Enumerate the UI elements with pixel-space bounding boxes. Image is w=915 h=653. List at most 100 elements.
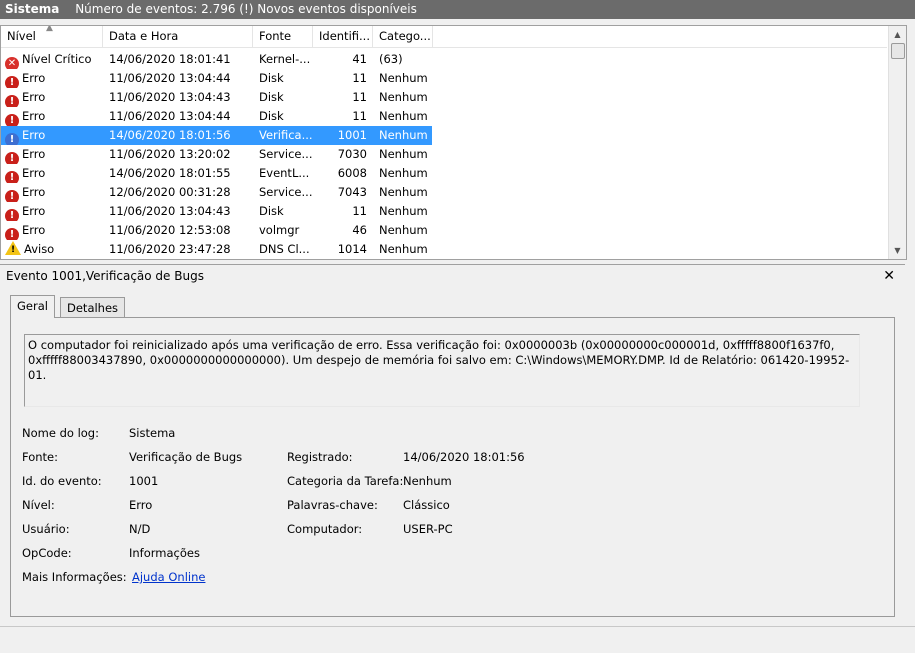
critical-icon: ✕: [5, 57, 19, 69]
source-cell: Disk: [259, 90, 284, 104]
table-row[interactable]: ! Erro 12/06/2020 00:31:28 Service... 7043 Ne…: [1, 183, 432, 202]
event-id-label: Id. do evento:: [22, 474, 102, 488]
log-name-label: Nome do log:: [22, 426, 99, 440]
task-category-label: Categoria da Tarefa:: [287, 474, 404, 488]
column-date-label: Data e Hora: [109, 29, 179, 43]
source-cell: Service...: [259, 185, 313, 199]
source-cell: Disk: [259, 204, 284, 218]
event-id-cell: 11: [352, 71, 367, 85]
level-text: Erro: [22, 185, 46, 199]
event-id-cell: 11: [352, 204, 367, 218]
level-text: Erro: [22, 223, 46, 237]
table-row[interactable]: ! Erro 14/06/2020 18:01:55 EventL... 6008 Nen…: [1, 164, 432, 183]
close-icon[interactable]: ✕: [883, 265, 895, 287]
column-header-bar: ▲ Nível Data e Hora Fonte Identifi... Ca…: [1, 26, 887, 48]
source-cell: Verifica...: [259, 128, 313, 142]
table-row[interactable]: ✕ Nível Crítico 14/06/2020 18:01:41 Kernel-…: [1, 50, 432, 69]
tab-details[interactable]: Detalhes: [60, 297, 126, 318]
source-cell: Disk: [259, 71, 284, 85]
error-icon: !: [5, 76, 19, 88]
event-list[interactable]: ▲ Nível Data e Hora Fonte Identifi... Ca…: [0, 25, 907, 260]
table-row[interactable]: ! Erro 14/06/2020 18:01:56 Verifica... 1001 N…: [1, 126, 432, 145]
source-cell: Service...: [259, 147, 313, 161]
table-row[interactable]: ! Erro 11/06/2020 13:04:44 Disk 11 Nenhum: [1, 69, 432, 88]
date-cell: 11/06/2020 13:04:44: [109, 109, 231, 123]
column-category[interactable]: Catego...: [373, 26, 433, 47]
level-value: Erro: [129, 498, 153, 512]
event-id-cell: 41: [352, 52, 367, 66]
column-date[interactable]: Data e Hora: [103, 26, 253, 47]
event-count: Número de eventos: 2.796 (!) Novos event…: [75, 2, 417, 16]
category-cell: Nenhum: [379, 242, 428, 256]
category-cell: Nenhum: [379, 223, 428, 237]
date-cell: 11/06/2020 13:04:43: [109, 204, 231, 218]
level-cell: ! Erro: [5, 221, 101, 240]
event-id-cell: 1001: [337, 128, 367, 142]
event-id-cell: 6008: [337, 166, 367, 180]
tab-general[interactable]: Geral: [10, 295, 55, 318]
vertical-scrollbar[interactable]: ▲ ▼: [888, 26, 906, 259]
level-cell: ! Aviso: [5, 240, 101, 259]
log-title: Sistema: [5, 2, 60, 16]
status-bar: [0, 626, 915, 653]
table-row[interactable]: ! Erro 11/06/2020 13:04:43 Disk 11 Nenhum: [1, 202, 432, 221]
more-info-label: Mais Informações:: [22, 570, 127, 584]
error-icon: !: [5, 228, 19, 240]
category-cell: Nenhum: [379, 90, 428, 104]
level-cell: ! Erro: [5, 69, 101, 88]
level-cell: ! Erro: [5, 88, 101, 107]
event-id-cell: 46: [352, 223, 367, 237]
column-category-label: Catego...: [379, 29, 431, 43]
opcode-value: Informações: [129, 546, 200, 560]
level-text: Nível Crítico: [22, 52, 92, 66]
warning-icon: !: [5, 241, 21, 255]
source-cell: DNS Cl...: [259, 242, 310, 256]
category-cell: Nenhum: [379, 71, 428, 85]
error-icon: !: [5, 114, 19, 126]
category-cell: Nenhum: [379, 204, 428, 218]
event-message[interactable]: O computador foi reinicializado após uma…: [24, 334, 860, 407]
table-row[interactable]: ! Erro 11/06/2020 13:04:43 Disk 11 Nenhum: [1, 88, 432, 107]
log-name-value: Sistema: [129, 426, 176, 440]
logged-value: 14/06/2020 18:01:56: [403, 450, 525, 464]
level-cell: ! Erro: [5, 183, 101, 202]
error-icon: !: [5, 133, 19, 145]
scroll-down-icon[interactable]: ▼: [890, 243, 905, 258]
table-row[interactable]: ! Erro 11/06/2020 12:53:08 volmgr 46 Nenhum: [1, 221, 432, 240]
source-value: Verificação de Bugs: [129, 450, 243, 464]
category-cell: Nenhum: [379, 147, 428, 161]
keywords-value: Clássico: [403, 498, 450, 512]
scroll-thumb[interactable]: [891, 43, 905, 59]
category-cell: (63): [379, 52, 403, 66]
event-id-cell: 7043: [337, 185, 367, 199]
column-level[interactable]: ▲ Nível: [1, 26, 103, 47]
event-id-cell: 11: [352, 109, 367, 123]
event-id-value: 1001: [129, 474, 159, 488]
scroll-up-icon[interactable]: ▲: [890, 27, 905, 42]
error-icon: !: [5, 190, 19, 202]
date-cell: 11/06/2020 13:04:44: [109, 71, 231, 85]
date-cell: 14/06/2020 18:01:41: [109, 52, 231, 66]
level-cell: ! Erro: [5, 107, 101, 126]
event-detail-title: Evento 1001,Verificação de Bugs: [6, 269, 204, 283]
date-cell: 11/06/2020 13:20:02: [109, 147, 231, 161]
error-icon: !: [5, 152, 19, 164]
level-text: Erro: [22, 166, 46, 180]
online-help-link[interactable]: Ajuda Online: [132, 570, 205, 584]
level-text: Erro: [22, 147, 46, 161]
keywords-label: Palavras-chave:: [287, 498, 378, 512]
column-source[interactable]: Fonte: [253, 26, 313, 47]
level-text: Erro: [22, 128, 46, 142]
table-row[interactable]: ! Erro 11/06/2020 13:04:44 Disk 11 Nenhum: [1, 107, 432, 126]
source-cell: Kernel-...: [259, 52, 311, 66]
table-row[interactable]: ! Erro 11/06/2020 13:20:02 Service... 7030 Ne…: [1, 145, 432, 164]
user-value: N/D: [129, 522, 151, 536]
user-label: Usuário:: [22, 522, 70, 536]
column-id[interactable]: Identifi...: [313, 26, 373, 47]
table-row[interactable]: ! Aviso 11/06/2020 23:47:28 DNS Cl... 1014 Ne…: [1, 240, 432, 259]
opcode-label: OpCode:: [22, 546, 72, 560]
category-cell: Nenhum: [379, 109, 428, 123]
level-cell: ! Erro: [5, 164, 101, 183]
level-text: Erro: [22, 109, 46, 123]
level-label: Nível:: [22, 498, 55, 512]
